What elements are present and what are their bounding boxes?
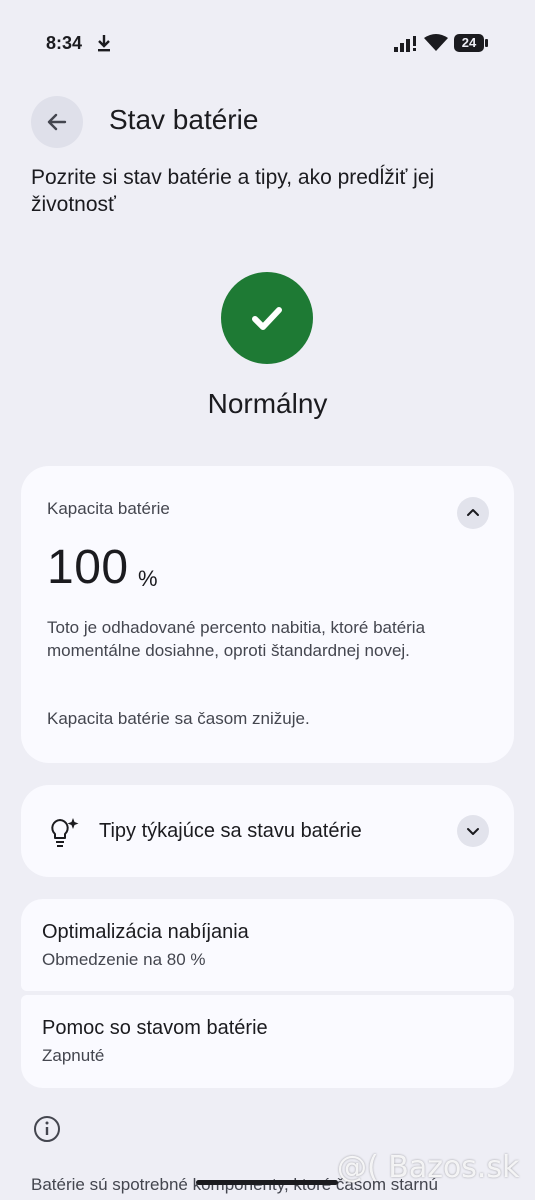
battery-icon: 24 <box>454 34 488 52</box>
capacity-note: Kapacita batérie sa časom znižuje. <box>47 709 310 728</box>
capacity-label: Kapacita batérie <box>47 499 170 518</box>
wifi-icon <box>424 34 448 51</box>
page-subtitle: Pozrite si stav batérie a tipy, ako pred… <box>31 166 435 216</box>
health-status-label: Normálny <box>207 388 328 419</box>
download-icon <box>98 35 110 52</box>
status-bar: 8:34 24 <box>0 0 535 88</box>
expand-button[interactable] <box>457 815 489 847</box>
page-title: Stav batérie <box>109 104 259 135</box>
status-time: 8:34 <box>46 33 83 53</box>
chevron-up-icon <box>467 509 479 516</box>
gesture-nav-handle[interactable] <box>196 1180 338 1185</box>
battery-percent: 24 <box>454 34 484 52</box>
battery-capacity-card: Kapacita batérie 100 % Toto je odhadovan… <box>21 466 514 763</box>
battery-health-assist-value: Zapnuté <box>42 1046 105 1065</box>
lightbulb-sparkle-icon <box>51 818 79 847</box>
charging-optimization-item[interactable]: Optimalizácia nabíjania Obmedzenie na 80… <box>21 899 514 991</box>
capacity-value: 100 <box>47 541 129 594</box>
tips-label: Tipy týkajúce sa stavu batérie <box>99 820 362 842</box>
signal-icon <box>394 36 416 52</box>
charging-optimization-value: Obmedzenie na 80 % <box>42 950 206 969</box>
battery-health-assist-title: Pomoc so stavom batérie <box>42 1017 268 1039</box>
health-status-badge <box>221 272 313 364</box>
info-icon <box>34 1116 60 1142</box>
charging-optimization-title: Optimalizácia nabíjania <box>42 921 249 943</box>
back-button[interactable] <box>31 96 83 148</box>
chevron-down-icon <box>467 828 479 835</box>
collapse-button[interactable] <box>457 497 489 529</box>
capacity-description: Toto je odhadované percento nabitia, kto… <box>47 618 426 660</box>
checkmark-icon <box>252 307 282 330</box>
battery-tips-card[interactable]: Tipy týkajúce sa stavu batérie <box>21 785 514 877</box>
battery-tip <box>485 39 488 47</box>
watermark: @( Bazos.sk <box>337 1150 520 1185</box>
arrow-back-icon <box>47 113 67 131</box>
capacity-unit: % <box>138 566 158 591</box>
battery-health-assist-item[interactable]: Pomoc so stavom batérie Zapnuté <box>21 995 514 1088</box>
